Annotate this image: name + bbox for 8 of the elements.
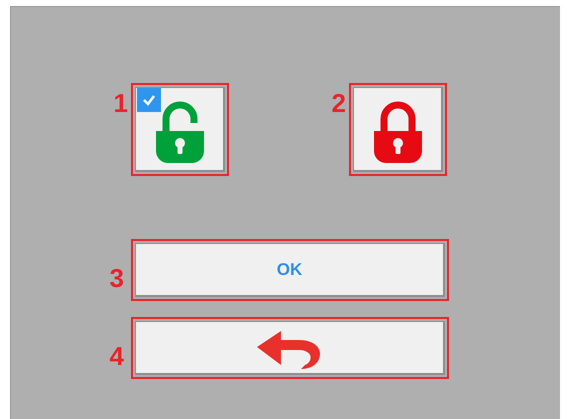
item-marker: 3 [108,265,124,291]
ok-button[interactable]: OK [135,243,445,297]
checkmark-icon [142,94,156,106]
checkbox[interactable] [137,88,161,112]
item-marker: 2 [330,90,346,116]
item-marker: 1 [112,90,128,116]
item-marker: 4 [108,343,124,369]
back-arrow-icon [256,330,322,370]
